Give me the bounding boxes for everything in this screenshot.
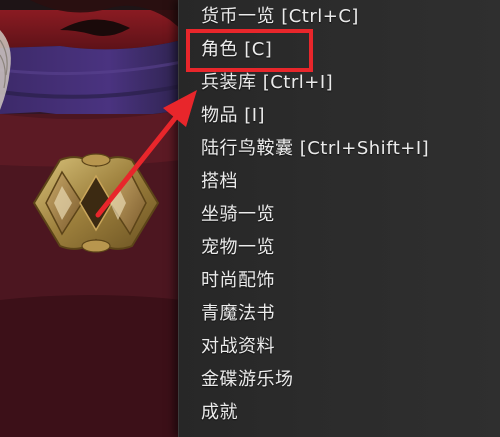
menu-item-saddlebag[interactable]: 陆行鸟鞍囊 [Ctrl+Shift+I] [201,133,429,165]
menu-item-fashion[interactable]: 时尚配饰 [201,265,275,297]
menu-item-character[interactable]: 角色 [C] [201,34,272,66]
menu-item-mount-guide[interactable]: 坐骑一览 [201,199,275,231]
menu-item-pvp-profile[interactable]: 对战资料 [201,331,275,363]
menu-item-inventory[interactable]: 物品 [I] [201,100,265,132]
context-menu: 货币一览 [Ctrl+C] 角色 [C] 兵装库 [Ctrl+I] 物品 [I]… [178,0,500,437]
menu-item-currency[interactable]: 货币一览 [Ctrl+C] [201,1,359,33]
screenshot-root: 货币一览 [Ctrl+C] 角色 [C] 兵装库 [Ctrl+I] 物品 [I]… [0,0,500,437]
game-background-art [0,0,182,437]
menu-item-companion[interactable]: 搭档 [201,166,238,198]
menu-item-minion-guide[interactable]: 宠物一览 [201,232,275,264]
decorative-art [0,0,182,437]
menu-item-armoury[interactable]: 兵装库 [Ctrl+I] [201,67,333,99]
menu-item-gold-saucer[interactable]: 金碟游乐场 [201,364,294,396]
menu-item-blue-magic[interactable]: 青魔法书 [201,298,275,330]
menu-item-achievements[interactable]: 成就 [201,397,238,429]
